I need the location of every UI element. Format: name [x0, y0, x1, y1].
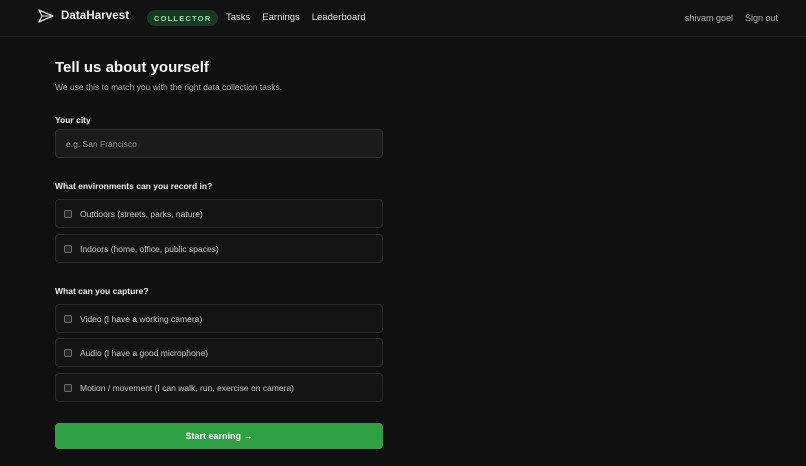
nav-earnings[interactable]: Earnings	[262, 12, 300, 23]
option-label: Motion / movement (I can walk, run, exer…	[80, 382, 294, 393]
brand[interactable]: DataHarvest	[38, 9, 129, 23]
option-label: Audio (I have a good microphone)	[80, 347, 209, 358]
checkbox[interactable]	[64, 383, 72, 392]
option-indoors[interactable]: Indoors (home, office, public spaces)	[55, 234, 383, 263]
option-label: Indoors (home, office, public spaces)	[80, 243, 219, 254]
brand-name: DataHarvest	[61, 10, 130, 22]
option-outdoors[interactable]: Outdoors (streets, parks, nature)	[55, 199, 383, 228]
top-nav-bar: DataHarvest COLLECTOR Tasks Earnings Lea…	[0, 0, 806, 37]
option-motion[interactable]: Motion / movement (I can walk, run, exer…	[55, 373, 383, 402]
paper-plane-icon	[38, 9, 54, 23]
option-label: Outdoors (streets, parks, nature)	[80, 208, 203, 219]
environments-label: What environments can you record in?	[55, 181, 213, 191]
checkbox[interactable]	[64, 314, 72, 323]
nav-leaderboard[interactable]: Leaderboard	[312, 12, 366, 23]
user-name: shivam goel	[684, 13, 733, 23]
capture-label: What can you capture?	[55, 286, 149, 296]
role-badge: COLLECTOR	[147, 10, 219, 26]
city-label: Your city	[55, 115, 91, 125]
option-video[interactable]: Video (I have a working camera)	[55, 304, 383, 333]
checkbox[interactable]	[64, 244, 72, 253]
profile-form: Tell us about yourself We use this to ma…	[55, 59, 383, 449]
option-label: Video (I have a working camera)	[80, 313, 203, 324]
page-title: Tell us about yourself	[55, 59, 209, 76]
option-audio[interactable]: Audio (I have a good microphone)	[55, 338, 383, 367]
city-input[interactable]	[55, 129, 383, 158]
checkbox[interactable]	[64, 209, 72, 218]
checkbox[interactable]	[64, 348, 72, 357]
main-nav: Tasks Earnings Leaderboard	[226, 12, 378, 23]
nav-tasks[interactable]: Tasks	[226, 12, 250, 23]
signout-link[interactable]: Sign out	[745, 13, 778, 23]
start-earning-button[interactable]: Start earning →	[55, 423, 383, 449]
page-subtitle: We use this to match you with the right …	[55, 82, 283, 92]
